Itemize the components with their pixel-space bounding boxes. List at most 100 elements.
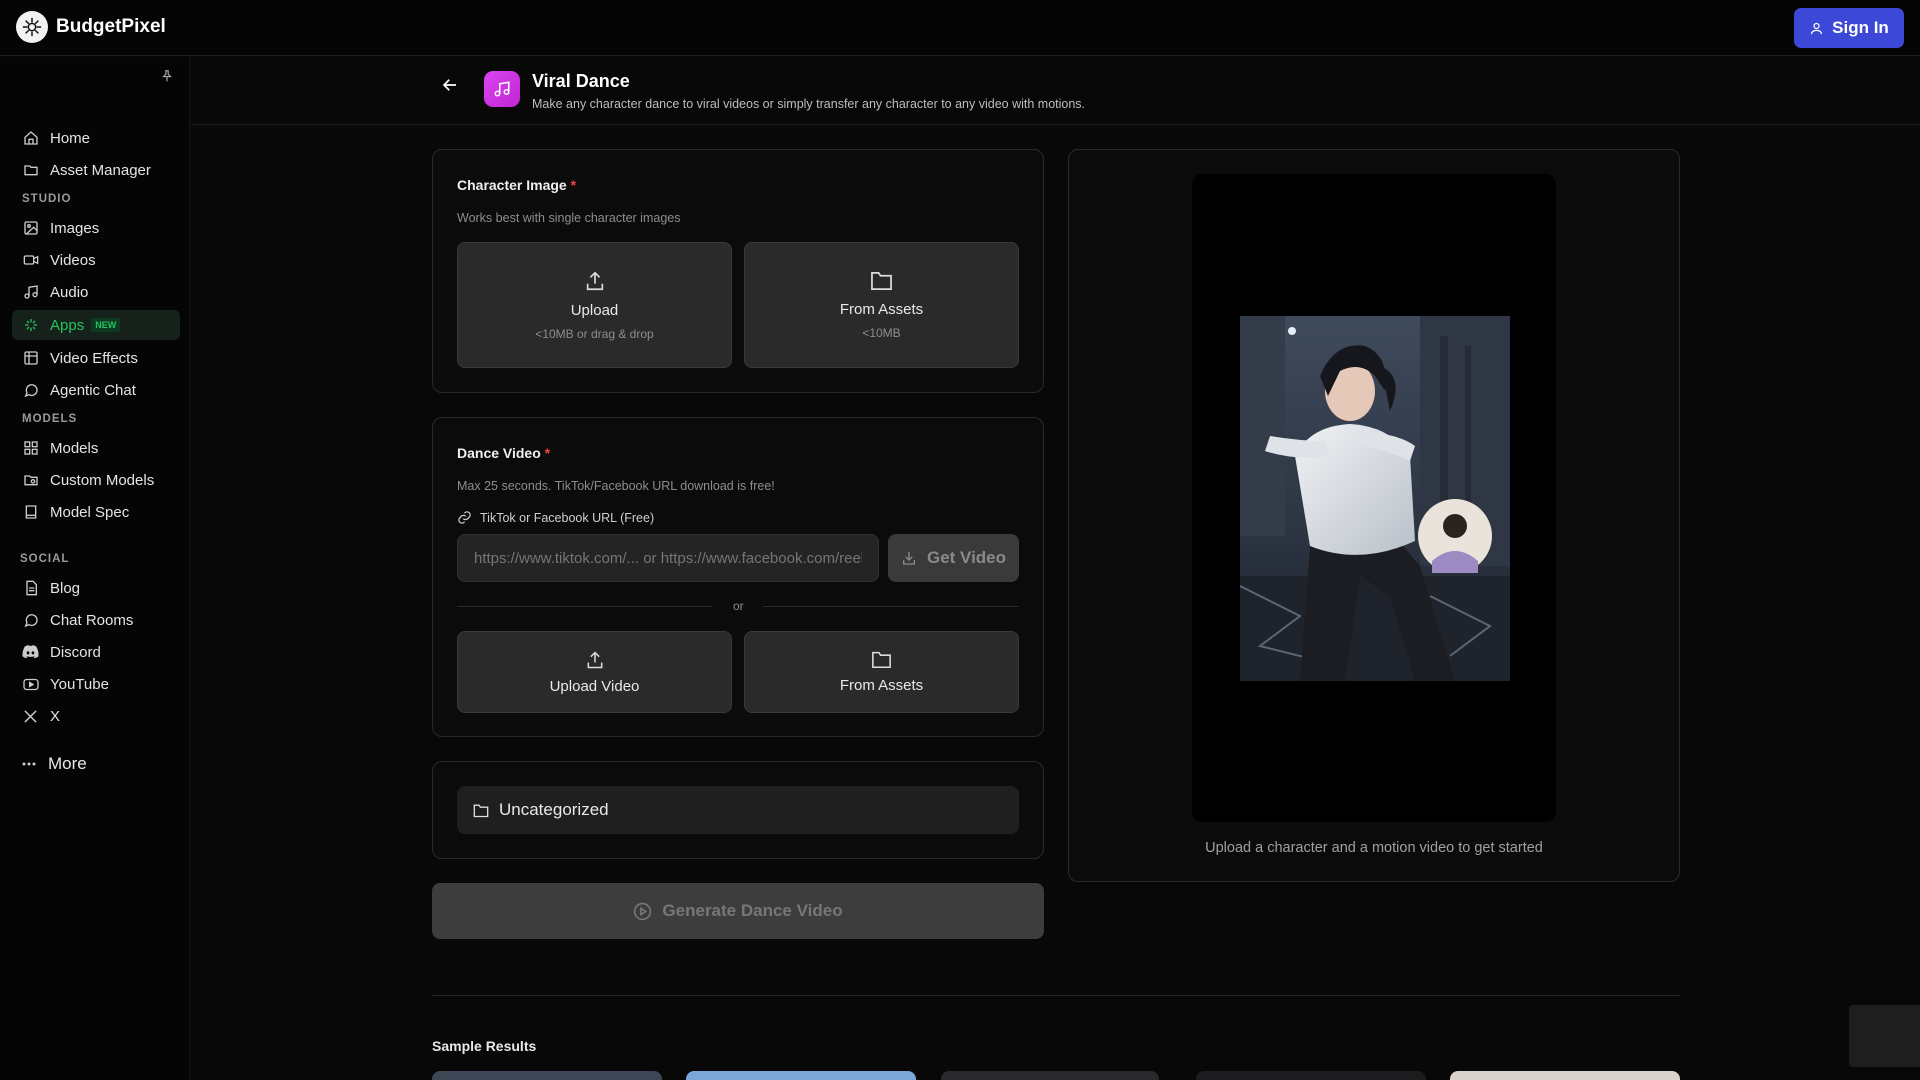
sidebar-item-models[interactable]: Models [12, 433, 180, 463]
brand-name[interactable]: BudgetPixel [56, 16, 166, 38]
recaptcha-badge-icon[interactable] [1849, 1005, 1920, 1067]
section-heading-studio: STUDIO [22, 193, 72, 205]
sidebar-item-label: Model Spec [50, 503, 130, 521]
budgetpixel-logo-icon[interactable] [16, 11, 48, 43]
sidebar-item-asset-manager[interactable]: Asset Manager [12, 155, 180, 185]
character-image-label-text: Character Image [457, 177, 567, 193]
upload-icon [584, 270, 606, 292]
play-circle-icon [633, 902, 652, 921]
sidebar-item-custom-models[interactable]: Custom Models [12, 465, 180, 495]
sidebar-item-model-spec[interactable]: Model Spec [12, 497, 180, 527]
generate-dance-video-button[interactable]: Generate Dance Video [432, 883, 1044, 939]
sidebar-item-apps[interactable]: Apps NEW [12, 310, 180, 340]
image-icon [22, 220, 39, 237]
upload-subtitle: <10MB or drag & drop [535, 326, 654, 341]
sidebar-item-chat-rooms[interactable]: Chat Rooms [12, 605, 180, 635]
sample-result-thumbnail[interactable] [686, 1071, 916, 1080]
page-title: Viral Dance [532, 71, 630, 91]
sample-result-thumbnail[interactable] [1450, 1071, 1680, 1080]
folder-search-icon [22, 472, 39, 489]
sample-result-thumbnail[interactable] [1196, 1071, 1426, 1080]
new-badge: NEW [91, 318, 121, 332]
or-label: or [733, 599, 744, 613]
dance-video-label-text: Dance Video [457, 445, 541, 461]
sample-result-thumbnail[interactable] [941, 1071, 1159, 1080]
music-icon [22, 284, 39, 301]
upload-icon [585, 650, 605, 670]
character-image-label: Character Image * [457, 177, 576, 193]
from-assets-label: From Assets [839, 677, 924, 694]
category-label: Uncategorized [499, 800, 609, 819]
sidebar-item-label: Blog [50, 579, 81, 597]
folder-icon [22, 162, 39, 179]
ellipsis-icon [22, 762, 36, 766]
download-icon [901, 550, 917, 566]
sample-result-thumbnail[interactable] [432, 1071, 662, 1080]
sidebar-item-label: Models [50, 439, 99, 457]
video-icon [22, 252, 39, 269]
pin-icon[interactable] [160, 68, 178, 86]
back-arrow-icon[interactable] [441, 76, 459, 94]
sidebar-item-video-effects[interactable]: Video Effects [12, 343, 180, 373]
section-divider [432, 995, 1680, 996]
chat-icon [22, 612, 39, 629]
from-assets-subtitle: <10MB [862, 326, 901, 340]
get-video-button[interactable]: Get Video [888, 534, 1019, 582]
sidebar-item-home[interactable]: Home [12, 123, 180, 153]
folder-icon [870, 270, 893, 291]
grid-icon [22, 440, 39, 457]
upload-video-button[interactable]: Upload Video [457, 631, 732, 713]
sidebar-item-audio[interactable]: Audio [12, 277, 180, 307]
sidebar-item-label: X [50, 707, 61, 725]
dance-video-label: Dance Video * [457, 445, 550, 461]
book-icon [22, 504, 39, 521]
required-marker: * [570, 177, 577, 193]
upload-title: Upload [570, 301, 619, 319]
document-icon [22, 580, 39, 597]
sidebar-item-agentic-chat[interactable]: Agentic Chat [12, 375, 180, 405]
from-assets-title: From Assets [839, 301, 924, 318]
category-card: Uncategorized [432, 761, 1044, 859]
dance-video-hint: Max 25 seconds. TikTok/Facebook URL down… [457, 479, 775, 493]
x-icon [22, 708, 39, 725]
sidebar-item-youtube[interactable]: YouTube [12, 669, 180, 699]
folder-icon [473, 803, 489, 818]
sparkle-icon [22, 317, 39, 334]
url-field-label: TikTok or Facebook URL (Free) [457, 510, 654, 525]
get-video-label: Get Video [926, 548, 1007, 567]
sidebar-item-label: Home [50, 129, 91, 147]
sidebar-item-images[interactable]: Images [12, 213, 180, 243]
top-bar: BudgetPixel Sign In [0, 0, 1920, 56]
sidebar-item-discord[interactable]: Discord [12, 637, 180, 667]
url-label-text: TikTok or Facebook URL (Free) [480, 510, 655, 525]
video-from-assets-button[interactable]: From Assets [744, 631, 1019, 713]
sidebar-item-x[interactable]: X [12, 701, 180, 731]
sidebar-item-blog[interactable]: Blog [12, 573, 180, 603]
character-image-card: Character Image * Works best with single… [432, 149, 1044, 393]
chat-icon [22, 382, 39, 399]
home-icon [22, 130, 39, 147]
user-icon [1809, 21, 1824, 36]
section-heading-models: MODELS [22, 413, 78, 425]
sidebar-item-label: Videos [50, 251, 96, 269]
sidebar-item-videos[interactable]: Videos [12, 245, 180, 275]
category-selector[interactable]: Uncategorized [457, 786, 1019, 834]
sign-in-button[interactable]: Sign In [1794, 8, 1904, 48]
generate-label: Generate Dance Video [662, 901, 843, 920]
sidebar: Home Asset Manager STUDIO Images Videos … [0, 57, 190, 1080]
sign-in-label: Sign In [1832, 18, 1889, 37]
more-button[interactable]: More [22, 754, 87, 774]
sidebar-item-label: Asset Manager [50, 161, 151, 179]
upload-video-label: Upload Video [549, 677, 640, 695]
sidebar-item-label: Audio [50, 283, 89, 301]
dance-video-card: Dance Video * Max 25 seconds. TikTok/Fac… [432, 417, 1044, 737]
required-marker: * [544, 445, 551, 461]
or-divider-right [763, 606, 1019, 607]
upload-character-button[interactable]: Upload <10MB or drag & drop [457, 242, 732, 368]
music-note-app-icon [484, 71, 520, 107]
tiktok-url-input[interactable] [457, 534, 879, 582]
dance-preview-image [1240, 316, 1510, 681]
character-from-assets-button[interactable]: From Assets <10MB [744, 242, 1019, 368]
page-header: Viral Dance Make any character dance to … [191, 57, 1920, 125]
youtube-icon [22, 676, 39, 693]
